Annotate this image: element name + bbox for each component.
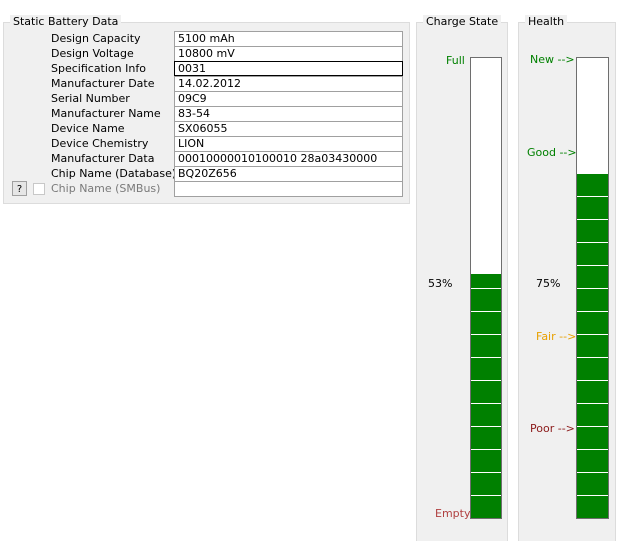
row-specification-info: Specification Info 0031 — [4, 61, 411, 76]
health-good-label: Good --> — [527, 146, 577, 159]
charge-level-bar — [470, 57, 502, 519]
field-value[interactable]: 14.02.2012 — [174, 76, 403, 91]
charge-percent-label: 53% — [428, 277, 453, 290]
row-manufacturer-data: Manufacturer Data 00010000010100010 28a0… — [4, 151, 411, 166]
row-chip-name-database: Chip Name (Database) BQ20Z656 — [4, 166, 411, 181]
field-value[interactable]: 5100 mAh — [174, 31, 403, 46]
charge-level-fill — [471, 274, 501, 518]
field-value[interactable]: 00010000010100010 28a03430000 — [174, 151, 403, 166]
static-battery-group: Static Battery Data Design Capacity 5100… — [3, 15, 411, 204]
help-button[interactable]: ? — [12, 181, 27, 196]
row-design-voltage: Design Voltage 10800 mV — [4, 46, 411, 61]
row-chip-name-smbus: Chip Name (SMBus) — [4, 181, 411, 197]
charge-state-group: Charge State Full 53% Empty — [416, 15, 508, 541]
row-serial-number: Serial Number 09C9 — [4, 91, 411, 106]
health-title: Health — [525, 15, 568, 29]
health-level-fill — [577, 173, 608, 518]
charge-full-label: Full — [446, 54, 465, 67]
field-value[interactable]: 0031 — [174, 61, 403, 76]
field-label: Device Chemistry — [51, 137, 149, 150]
field-value[interactable]: 83-54 — [174, 106, 403, 121]
field-value[interactable]: 09C9 — [174, 91, 403, 106]
field-label: Manufacturer Data — [51, 152, 155, 165]
static-battery-title: Static Battery Data — [10, 15, 122, 29]
field-value[interactable]: SX06055 — [174, 121, 403, 136]
row-manufacturer-name: Manufacturer Name 83-54 — [4, 106, 411, 121]
field-value[interactable]: BQ20Z656 — [174, 166, 403, 181]
charge-state-title: Charge State — [423, 15, 502, 29]
chip-name-smbus-checkbox[interactable] — [33, 183, 45, 195]
field-value[interactable]: 10800 mV — [174, 46, 403, 61]
field-label: Serial Number — [51, 92, 130, 105]
health-group: Health New --> Good --> 75% Fair --> Poo… — [518, 15, 616, 541]
row-design-capacity: Design Capacity 5100 mAh — [4, 31, 411, 46]
field-label: Chip Name (Database) — [51, 167, 177, 180]
charge-empty-label: Empty — [435, 507, 471, 520]
health-new-label: New --> — [530, 53, 575, 66]
health-level-bar — [576, 57, 609, 519]
field-label: Device Name — [51, 122, 125, 135]
health-fair-label: Fair --> — [536, 330, 577, 343]
row-device-chemistry: Device Chemistry LION — [4, 136, 411, 151]
field-label: Design Voltage — [51, 47, 134, 60]
row-device-name: Device Name SX06055 — [4, 121, 411, 136]
field-value[interactable] — [174, 181, 403, 197]
health-poor-label: Poor --> — [530, 422, 575, 435]
field-label: Design Capacity — [51, 32, 141, 45]
field-label: Specification Info — [51, 62, 146, 75]
field-label: Chip Name (SMBus) — [51, 182, 161, 195]
field-label: Manufacturer Name — [51, 107, 161, 120]
health-percent-label: 75% — [536, 277, 561, 290]
field-label: Manufacturer Date — [51, 77, 155, 90]
row-manufacturer-date: Manufacturer Date 14.02.2012 — [4, 76, 411, 91]
field-value[interactable]: LION — [174, 136, 403, 151]
